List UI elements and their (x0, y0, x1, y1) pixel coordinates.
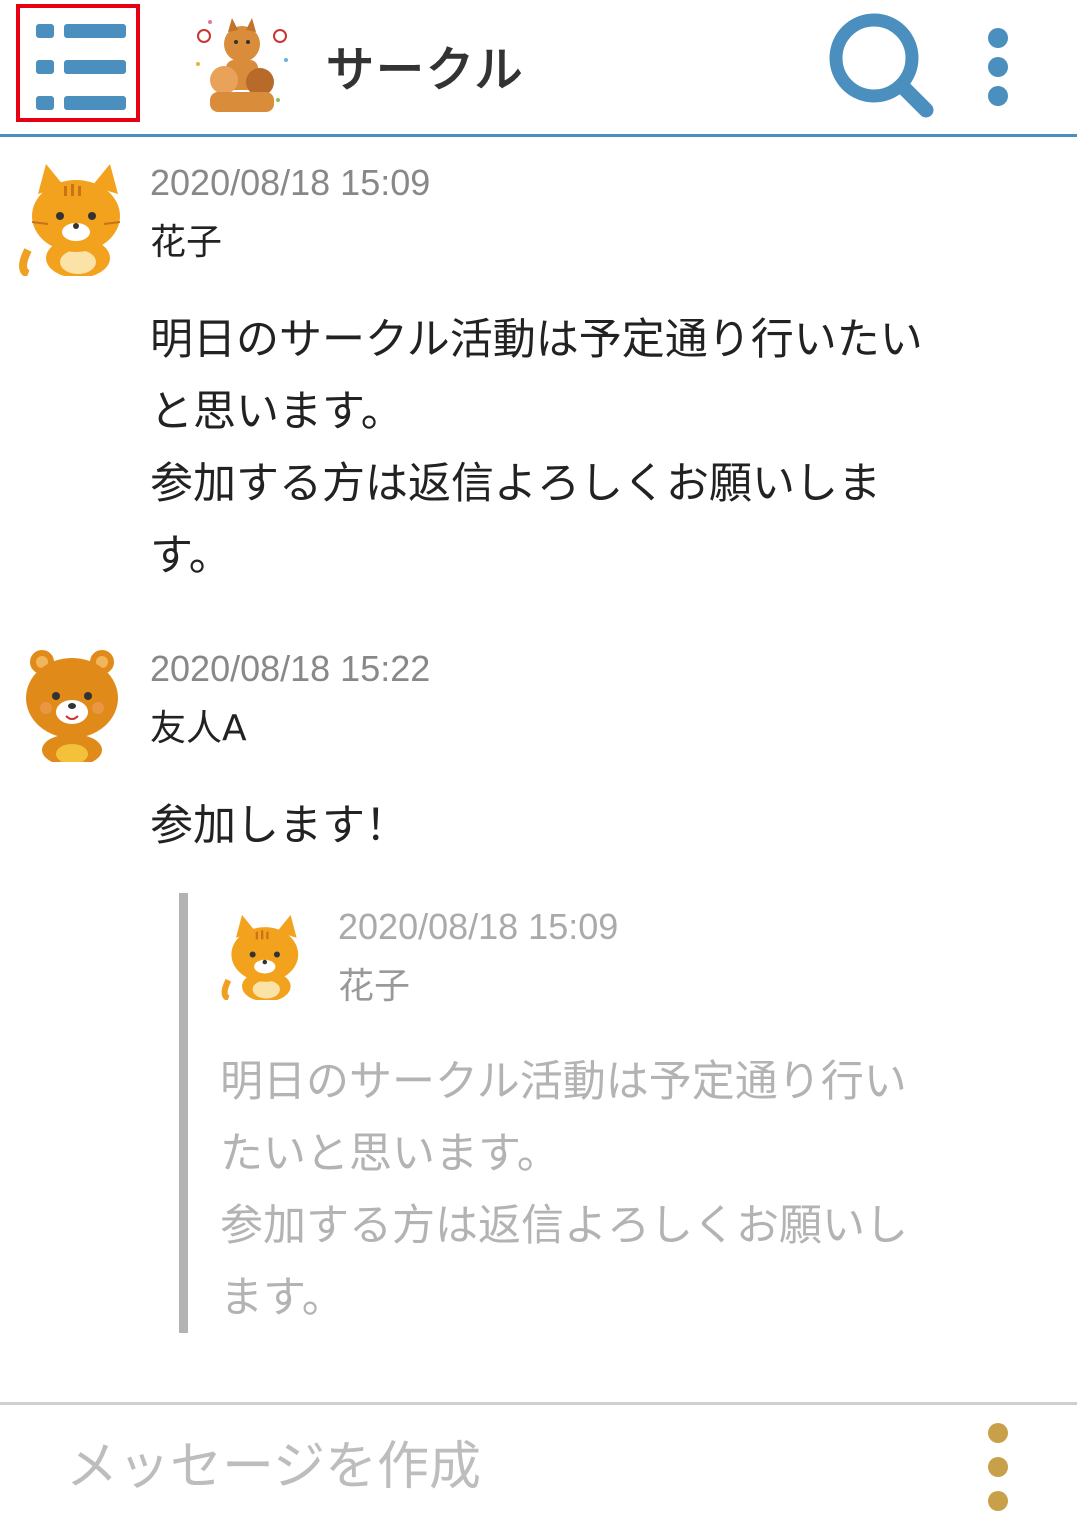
quote-timestamp: 2020/08/18 15:09 (338, 906, 619, 947)
menu-button[interactable] (16, 4, 140, 122)
app-header: サークル (0, 0, 1077, 137)
more-vertical-icon[interactable] (976, 24, 1020, 110)
message-author: 友人A (150, 708, 247, 749)
group-avatar-icon (196, 18, 288, 112)
cat-avatar (19, 164, 121, 276)
message-timestamp: 2020/08/18 15:22 (150, 648, 431, 689)
message-input[interactable] (66, 1427, 926, 1507)
more-vertical-icon[interactable] (980, 1421, 1016, 1513)
message-composer (0, 1402, 1077, 1524)
quote-author: 花子 (338, 966, 411, 1007)
message-author: 花子 (150, 222, 223, 263)
message-timestamp: 2020/08/18 15:09 (150, 162, 431, 203)
page-title: サークル (326, 42, 525, 98)
bear-avatar (26, 650, 118, 762)
quote-bar (179, 893, 188, 1333)
message-text: 参加します！ (150, 801, 408, 851)
search-icon[interactable] (826, 10, 936, 120)
message-text: 明日のサークル活動は予定通り行いたい と思います。 参加する方は返信よろしくお願… (150, 315, 923, 581)
quote-text: 明日のサークル活動は予定通り行い たいと思います。 参加する方は返信よろしくお願… (220, 1057, 908, 1323)
cat-avatar (221, 915, 299, 1000)
